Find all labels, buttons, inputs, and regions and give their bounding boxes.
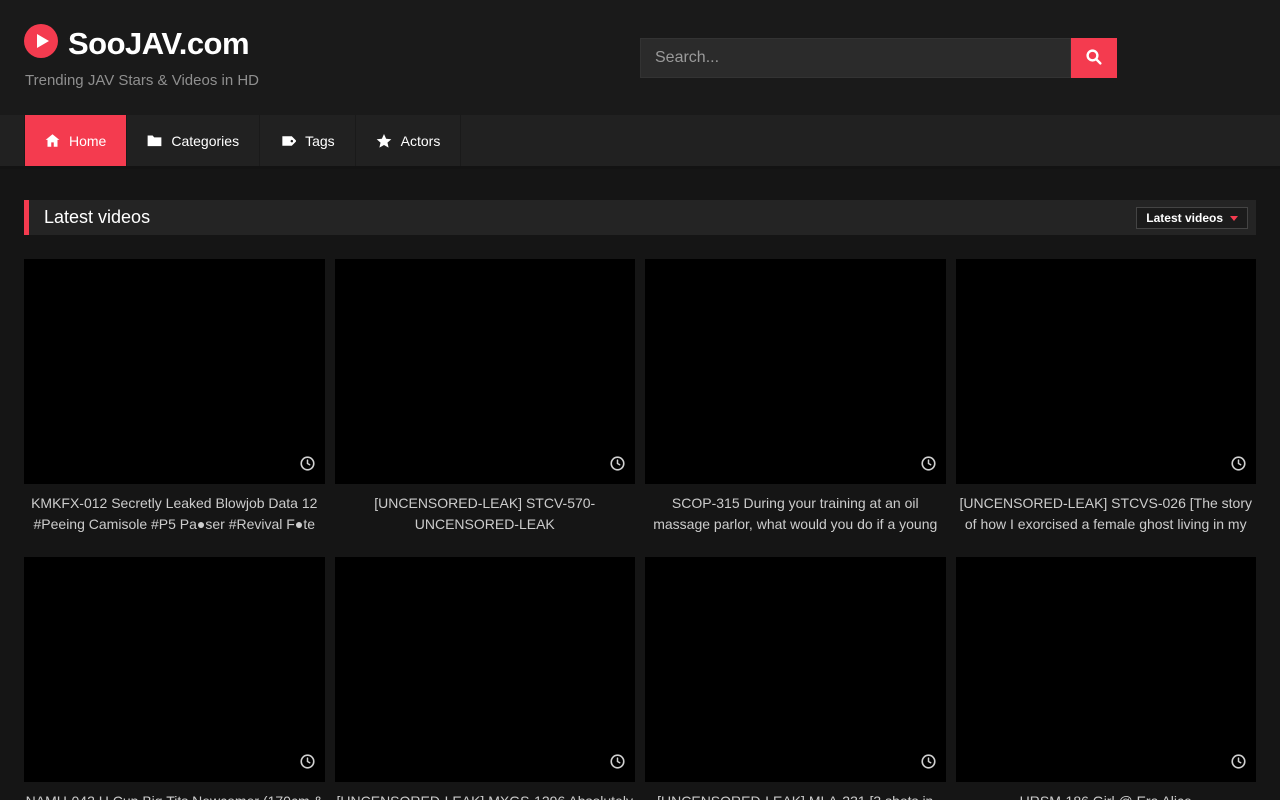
magnifier-icon (1085, 48, 1103, 69)
site-tagline: Trending JAV Stars & Videos in HD (25, 72, 259, 89)
search-button[interactable] (1071, 38, 1117, 78)
video-title: KMKFX-012 Secretly Leaked Blowjob Data 1… (24, 484, 325, 535)
home-icon (45, 133, 60, 148)
site-logo[interactable]: SooJAV.com (24, 24, 249, 63)
nav-item-label: Actors (401, 133, 441, 149)
video-title: SCOP-315 During your training at an oil … (645, 484, 946, 535)
video-card[interactable]: [UNCENSORED-LEAK] MXGS-1296 Absolutely (335, 557, 636, 800)
caret-down-icon (1230, 216, 1238, 225)
star-icon (376, 133, 392, 149)
play-circle-icon (24, 24, 58, 63)
nav-item-home[interactable]: Home (24, 115, 127, 166)
clock-icon (300, 754, 315, 774)
nav-item-label: Home (69, 133, 106, 149)
clock-icon (300, 456, 315, 476)
clock-icon (610, 754, 625, 774)
page-content: Latest videos Latest videos KMKFX-012 Se… (0, 200, 1280, 800)
nav-item-categories[interactable]: Categories (127, 115, 260, 166)
video-thumbnail (956, 259, 1257, 484)
video-thumbnail (335, 557, 636, 782)
section-accent-bar (24, 200, 29, 235)
video-thumbnail (335, 259, 636, 484)
video-title: [UNCENSORED-LEAK] STCV-570-UNCENSORED-LE… (335, 484, 636, 535)
video-card[interactable]: [UNCENSORED-LEAK] STCV-570-UNCENSORED-LE… (335, 259, 636, 535)
video-thumbnail (24, 259, 325, 484)
nav-item-actors[interactable]: Actors (356, 115, 462, 166)
nav-item-label: Tags (305, 133, 335, 149)
video-title: [UNCENSORED-LEAK] MLA-231 [3 shots in (645, 782, 946, 800)
video-thumbnail (645, 557, 946, 782)
sort-dropdown-label: Latest videos (1146, 211, 1223, 225)
site-header: SooJAV.com Trending JAV Stars & Videos i… (0, 0, 1280, 115)
search-form (640, 38, 1117, 78)
nav-item-label: Categories (171, 133, 239, 149)
nav-item-tags[interactable]: Tags (260, 115, 356, 166)
video-card[interactable]: [UNCENSORED-LEAK] STCVS-026 [The story o… (956, 259, 1257, 535)
clock-icon (921, 456, 936, 476)
search-input[interactable] (640, 38, 1071, 78)
main-nav: Home Categories Tags Actors (0, 115, 1280, 169)
sort-dropdown-button[interactable]: Latest videos (1136, 207, 1248, 229)
logo-text: SooJAV.com (68, 26, 249, 62)
clock-icon (1231, 754, 1246, 774)
video-thumbnail (24, 557, 325, 782)
clock-icon (610, 456, 625, 476)
video-card[interactable]: [UNCENSORED-LEAK] MLA-231 [3 shots in (645, 557, 946, 800)
video-title: [UNCENSORED-LEAK] STCVS-026 [The story o… (956, 484, 1257, 535)
video-card[interactable]: NAMH-042 H Cup Big Tits Newcomer (170cm … (24, 557, 325, 800)
video-thumbnail (956, 557, 1257, 782)
video-card[interactable]: KMKFX-012 Secretly Leaked Blowjob Data 1… (24, 259, 325, 535)
video-card[interactable]: URSM-186 Girl @ Era Alice (956, 557, 1257, 800)
section-header: Latest videos Latest videos (24, 200, 1256, 235)
video-card[interactable]: SCOP-315 During your training at an oil … (645, 259, 946, 535)
video-title: [UNCENSORED-LEAK] MXGS-1296 Absolutely (335, 782, 636, 800)
video-title: NAMH-042 H Cup Big Tits Newcomer (170cm … (24, 782, 325, 800)
section-title: Latest videos (44, 207, 150, 228)
video-grid: KMKFX-012 Secretly Leaked Blowjob Data 1… (24, 259, 1256, 800)
video-title: URSM-186 Girl @ Era Alice (956, 782, 1257, 800)
video-thumbnail (645, 259, 946, 484)
tags-icon (280, 133, 296, 149)
folder-icon (147, 133, 162, 148)
clock-icon (1231, 456, 1246, 476)
clock-icon (921, 754, 936, 774)
